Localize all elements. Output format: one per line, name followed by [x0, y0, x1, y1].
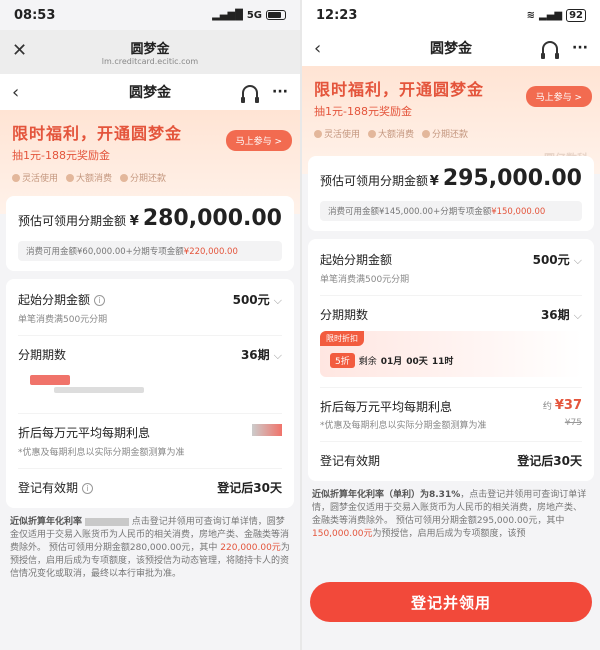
status-signal: ▂▄▆█ 5G — [212, 10, 286, 21]
rate-label: 折后每万元平均每期利息 — [18, 426, 151, 440]
rate-row: 折后每万元平均每期利息 *优惠及每期利息以实际分期金额测算为准 — [18, 414, 282, 469]
valid-label: 登记有效期 — [320, 454, 381, 468]
period-label: 分期期数 — [18, 348, 67, 362]
period-row[interactable]: 分期期数 36期 ⌵ 限时折扣 5折 剩余 01月 00天 11时 — [320, 296, 582, 388]
amount-label: 预估可领用分期金额 — [320, 174, 429, 188]
countdown-days: 00天 — [406, 357, 428, 367]
amount-card: 预估可领用分期金额 ¥295,000.00 消费可用金额¥145,000.00+… — [308, 156, 594, 231]
valid-row: 登记有效期 i 登记后30天 — [18, 469, 282, 506]
period-value: 36期 — [240, 348, 270, 362]
status-time: 08:53 — [14, 7, 56, 23]
countdown-prefix: 剩余 — [358, 357, 377, 367]
more-icon[interactable]: ··· — [572, 40, 588, 56]
valid-row: 登记有效期 登记后30天 — [320, 442, 582, 479]
webview-header: ✕ 圆梦金 lm.creditcard.ecitic.com — [0, 30, 300, 74]
signal-icon: ▂▄▆█ — [212, 9, 243, 21]
redacted-block — [30, 375, 70, 385]
left-screenshot: 08:53 ▂▄▆█ 5G ✕ 圆梦金 lm.creditcard.ecitic… — [0, 0, 300, 650]
rate-prefix: 约 — [542, 402, 552, 412]
banner-tags: 灵活使用 大额消费 分期还款 — [12, 171, 288, 184]
tag-item: 灵活使用 — [12, 171, 58, 184]
close-icon[interactable]: ✕ — [12, 40, 27, 61]
page-title: 圆梦金 — [430, 41, 472, 57]
back-icon[interactable]: ‹ — [12, 82, 19, 103]
chevron-down-icon: ⌵ — [273, 294, 282, 307]
discount-obscured — [18, 363, 282, 403]
rate-sub: *优惠及每期利息以实际分期金额测算为准 — [320, 421, 487, 431]
tag-item: 灵活使用 — [314, 127, 360, 140]
amount-label: 预估可领用分期金额 — [18, 214, 127, 228]
rate-sub: *优惠及每期利息以实际分期金额测算为准 — [18, 448, 185, 458]
valid-label: 登记有效期 — [18, 481, 79, 495]
start-amount-row[interactable]: 起始分期金额 500元 ⌵ 单笔消费满500元分期 — [320, 241, 582, 296]
wifi-icon: ≋ — [526, 9, 535, 21]
banner-tags: 灵活使用 大额消费 分期还款 — [314, 127, 588, 140]
footnote: 近似折算年化利率 点击登记并领用可查询订单详情，圆梦金仅适用于交易入账货币为人民… — [10, 517, 290, 580]
period-row[interactable]: 分期期数 36期 ⌵ — [18, 336, 282, 414]
tag-item: 大额消费 — [368, 127, 414, 140]
info-icon[interactable]: i — [94, 295, 106, 306]
countdown-months: 01月 — [380, 357, 403, 367]
customer-service-icon[interactable] — [541, 41, 560, 59]
redacted-block — [84, 517, 129, 526]
start-label: 起始分期金额 — [320, 253, 393, 267]
amount-value: ¥280,000.00 — [129, 206, 282, 231]
start-label: 起始分期金额 — [18, 293, 91, 307]
chevron-down-icon: ⌵ — [573, 254, 582, 267]
right-screenshot: 12:23 ≋ ▂▄▆ 92 ‹ 圆梦金 ··· 限时福利，开通圆梦金 抽1元-… — [302, 0, 600, 650]
start-amount-row[interactable]: 起始分期金额 i 500元 ⌵ 单笔消费满500元分期 — [18, 281, 282, 336]
countdown-hours: 11时 — [431, 357, 454, 367]
discount-panel: 限时折扣 5折 剩余 01月 00天 11时 — [320, 331, 582, 377]
discount-label: 限时折扣 — [320, 331, 364, 346]
start-sub: 单笔消费满500元分期 — [18, 315, 108, 325]
redacted-block — [54, 387, 144, 393]
redacted-rate — [252, 424, 282, 436]
amount-detail: 消费可用金额¥60,000.00+分期专项金额¥220,000.00 — [18, 241, 282, 261]
more-icon[interactable]: ··· — [272, 84, 288, 100]
battery-label: 92 — [566, 8, 586, 22]
nav-bar: ‹ 圆梦金 ··· — [302, 30, 600, 66]
rate-original: ¥75 — [564, 418, 582, 428]
valid-value: 登记后30天 — [217, 481, 282, 495]
battery-icon — [266, 10, 286, 20]
options-card: 起始分期金额 500元 ⌵ 单笔消费满500元分期 分期期数 36期 ⌵ 限时折扣 … — [308, 239, 594, 481]
webview-url: lm.creditcard.ecitic.com — [101, 57, 199, 66]
amount-value: ¥295,000.00 — [429, 166, 582, 191]
footnote: 近似折算年化利率（单利）为8.31%，点击登记并领用可查询订单详情，圆梦金仅适用… — [312, 490, 587, 540]
status-bar: 12:23 ≋ ▂▄▆ 92 — [302, 0, 600, 30]
nav-bar: ‹ 圆梦金 ··· — [0, 74, 300, 110]
signal-icon: ▂▄▆ — [539, 9, 563, 21]
chevron-down-icon: ⌵ — [573, 309, 582, 322]
period-label: 分期期数 — [320, 308, 369, 322]
status-signal: ≋ ▂▄▆ 92 — [526, 8, 586, 22]
start-value: 500元 — [532, 253, 570, 267]
period-value: 36期 — [540, 308, 570, 322]
back-icon[interactable]: ‹ — [314, 38, 321, 59]
tag-item: 大额消费 — [66, 171, 112, 184]
valid-value: 登记后30天 — [517, 454, 582, 468]
discount-badge: 5折 — [330, 353, 355, 368]
start-sub: 单笔消费满500元分期 — [320, 275, 410, 285]
start-value: 500元 — [232, 293, 270, 307]
rate-label: 折后每万元平均每期利息 — [320, 400, 453, 414]
status-bar: 08:53 ▂▄▆█ 5G — [0, 0, 300, 30]
rate-value: ¥37 — [554, 398, 582, 413]
options-card: 起始分期金额 i 500元 ⌵ 单笔消费满500元分期 分期期数 36期 ⌵ 折后每万… — [6, 279, 294, 508]
rate-row: 折后每万元平均每期利息 约 ¥37 *优惠及每期利息以实际分期金额测算为准 ¥75 — [320, 388, 582, 442]
join-button[interactable]: 马上参与 > — [225, 130, 292, 151]
info-icon[interactable]: i — [82, 483, 94, 494]
join-button[interactable]: 马上参与 > — [525, 86, 592, 107]
network-label: 5G — [246, 9, 262, 21]
amount-detail: 消费可用金额¥145,000.00+分期专项金额¥150,000.00 — [320, 201, 582, 221]
status-time: 12:23 — [316, 7, 358, 23]
tag-item: 分期还款 — [120, 171, 166, 184]
page-title: 圆梦金 — [129, 85, 171, 101]
chevron-down-icon: ⌵ — [273, 349, 282, 362]
customer-service-icon[interactable] — [241, 85, 260, 103]
amount-card: 预估可领用分期金额 ¥280,000.00 消费可用金额¥60,000.00+分… — [6, 196, 294, 271]
register-and-claim-button[interactable]: 登记并领用 — [310, 582, 592, 622]
webview-title: 圆梦金 — [130, 42, 170, 57]
tag-item: 分期还款 — [422, 127, 468, 140]
